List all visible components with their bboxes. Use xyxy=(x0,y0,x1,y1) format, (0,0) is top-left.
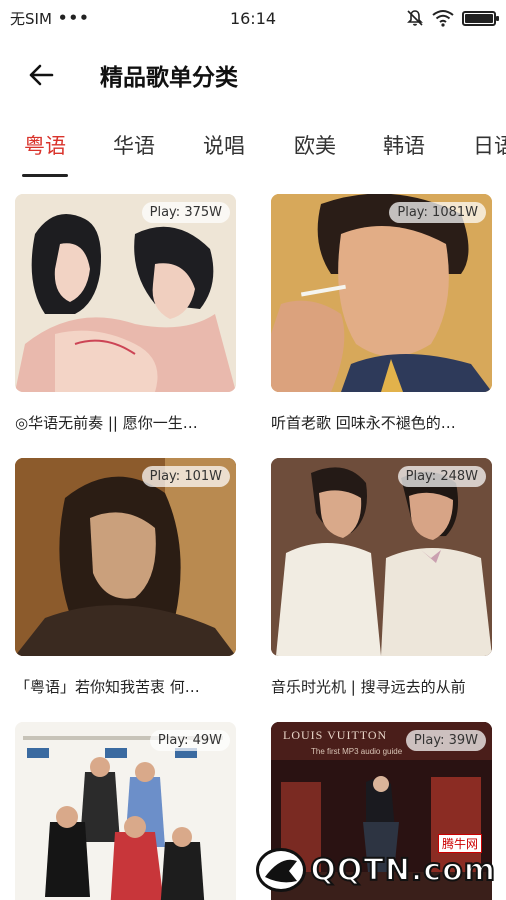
cover-brand-text: LOUIS VUITTON xyxy=(283,728,387,742)
watermark-text: QQTN.com xyxy=(309,852,496,889)
arrow-left-icon xyxy=(29,64,54,86)
play-count-badge: Play: 248W xyxy=(397,466,486,487)
more-dots-icon: ••• xyxy=(57,9,90,27)
carrier-label: 无SIM xyxy=(10,9,52,28)
playlist-card[interactable]: Play: 1081W 听首老歌 回味永不褪色的… xyxy=(271,194,492,433)
cover-photo-woman xyxy=(15,458,236,656)
status-bar: 无SIM ••• 16:14 xyxy=(0,0,506,36)
cover-subtitle-text: The first MP3 audio guide xyxy=(311,747,403,756)
tab-japanese[interactable]: 日语 xyxy=(473,130,506,160)
playlist-title: 音乐时光机 | 搜寻远去的从前 xyxy=(271,678,466,696)
active-tab-indicator xyxy=(22,174,68,177)
playlist-card[interactable]: Play: 49W xyxy=(15,722,236,900)
battery-fill xyxy=(465,13,493,23)
watermark-logo: QQTN.com 腾牛网 xyxy=(256,834,496,892)
playlist-cover: Play: 248W xyxy=(271,458,492,656)
status-right xyxy=(346,9,499,27)
tab-chinese[interactable]: 华语 xyxy=(113,130,155,160)
playlist-card[interactable]: Play: 248W 音乐时光机 | 搜寻远去的从前 xyxy=(271,458,492,697)
playlist-card[interactable]: Play: 375W ◎华语无前奏 || 愿你一生… xyxy=(15,194,236,433)
play-count-badge: Play: 39W xyxy=(405,730,486,751)
tab-cantonese[interactable]: 粤语 xyxy=(24,130,66,160)
watermark-emblem-icon xyxy=(256,848,307,892)
header: 精品歌单分类 xyxy=(0,48,506,102)
playlist-cover: Play: 1081W xyxy=(271,194,492,392)
play-count-badge: Play: 375W xyxy=(141,202,230,223)
cover-illustration-couple xyxy=(15,194,236,392)
playlist-title: 「粤语」若你知我苦衷 何… xyxy=(15,678,200,696)
page-title: 精品歌单分类 xyxy=(100,65,238,91)
back-button[interactable] xyxy=(16,50,66,100)
play-count-badge: Play: 1081W xyxy=(389,202,486,223)
tab-rap[interactable]: 说唱 xyxy=(203,130,245,160)
wifi-icon xyxy=(432,10,454,27)
tab-korean[interactable]: 韩语 xyxy=(383,130,425,160)
play-count-badge: Play: 49W xyxy=(149,730,230,751)
playlist-cover: Play: 49W xyxy=(15,722,236,900)
cover-photo-two-men xyxy=(271,458,492,656)
playlist-title: 听首老歌 回味永不褪色的… xyxy=(271,414,456,432)
playlist-title: ◎华语无前奏 || 愿你一生… xyxy=(15,414,198,432)
category-tabs: 粤语 华语 说唱 欧美 韩语 日语 xyxy=(0,118,506,180)
playlist-card[interactable]: Play: 101W 「粤语」若你知我苦衷 何… xyxy=(15,458,236,697)
battery-icon xyxy=(462,10,499,26)
watermark-badge: 腾牛网 xyxy=(437,834,482,853)
tab-western[interactable]: 欧美 xyxy=(294,130,336,160)
status-left: 无SIM ••• xyxy=(10,8,160,29)
play-count-badge: Play: 101W xyxy=(141,466,230,487)
cover-photo-smoking-man xyxy=(271,194,492,392)
playlist-cover: Play: 101W xyxy=(15,458,236,656)
playlist-cover: Play: 375W xyxy=(15,194,236,392)
mute-bell-icon xyxy=(407,10,423,26)
